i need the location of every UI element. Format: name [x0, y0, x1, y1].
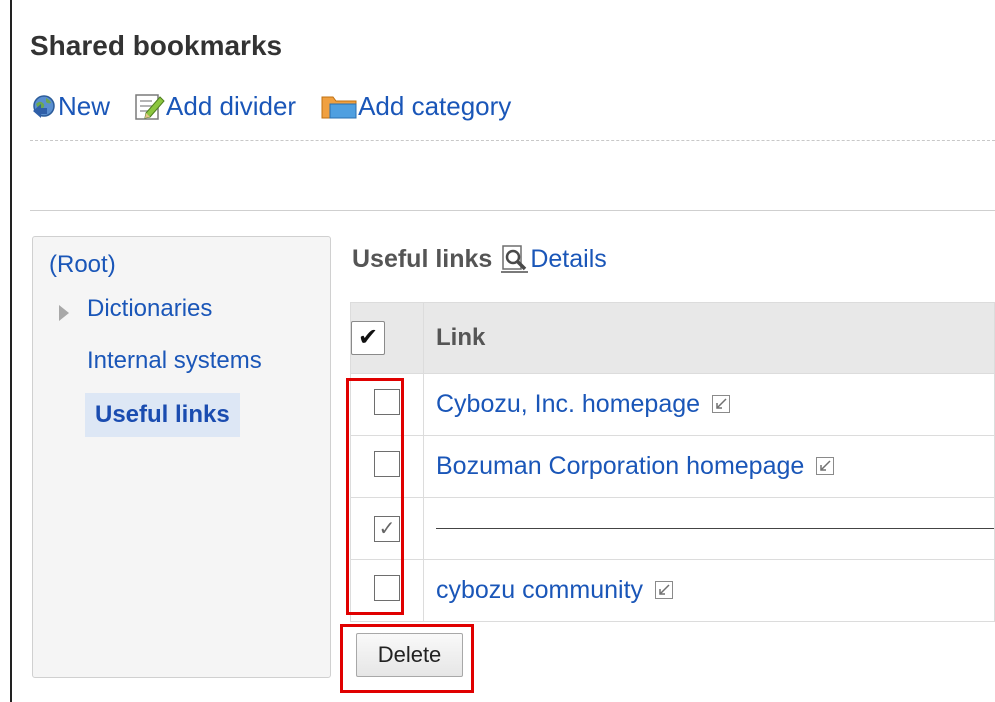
page-title: Shared bookmarks: [30, 30, 283, 61]
open-in-new-window-icon[interactable]: [712, 395, 731, 413]
row-checkbox[interactable]: [374, 575, 400, 601]
tree-item-internal-systems[interactable]: Internal systems: [87, 347, 262, 375]
row-checkbox-checked[interactable]: ✓: [374, 515, 400, 542]
bookmark-divider: [436, 528, 994, 529]
open-in-new-window-icon[interactable]: [655, 581, 674, 599]
details-link[interactable]: Details: [500, 244, 607, 274]
new-bookmark-label: New: [58, 90, 111, 121]
row-checkbox[interactable]: [374, 451, 400, 477]
details-label: Details: [530, 244, 607, 273]
tree-root[interactable]: (Root): [49, 251, 116, 279]
toolbar-divider: [30, 140, 995, 141]
triangle-right-icon[interactable]: [59, 305, 69, 321]
magnifier-document-icon: [500, 244, 530, 274]
folder-title: Useful links: [352, 244, 493, 273]
bookmark-link[interactable]: Bozuman Corporation homepage: [436, 452, 804, 480]
bookmark-link[interactable]: Cybozu, Inc. homepage: [436, 390, 700, 418]
content-divider: [30, 210, 995, 211]
column-header-link: Link: [423, 302, 995, 374]
add-divider-link[interactable]: Add divider: [134, 91, 296, 122]
globe-arrow-icon: [30, 92, 58, 120]
bookmark-table: ✔ Link Cybozu, Inc. homepage Bozuman Cor…: [350, 302, 995, 622]
window-left-border: [10, 0, 12, 702]
folder-icon: [320, 92, 358, 120]
table-row: Bozuman Corporation homepage: [350, 435, 995, 498]
tree-item-dictionaries[interactable]: Dictionaries: [87, 295, 212, 323]
row-checkbox[interactable]: [374, 389, 400, 415]
folder-heading: Useful links Details: [352, 244, 607, 274]
add-category-link[interactable]: Add category: [320, 91, 511, 122]
add-category-label: Add category: [358, 90, 512, 121]
bookmark-link[interactable]: cybozu community: [436, 576, 643, 604]
select-all-checkbox[interactable]: ✔: [351, 321, 385, 355]
table-row-divider: ✓: [350, 497, 995, 560]
table-row: cybozu community: [350, 559, 995, 622]
open-in-new-window-icon[interactable]: [816, 457, 835, 475]
toolbar: New Add divider Add category: [30, 88, 511, 124]
tree-item-useful-links[interactable]: Useful links: [85, 393, 240, 437]
table-row: Cybozu, Inc. homepage: [350, 373, 995, 436]
table-header-row: ✔ Link: [350, 302, 995, 374]
edit-document-icon: [134, 91, 166, 121]
new-bookmark-link[interactable]: New: [30, 91, 110, 122]
add-divider-label: Add divider: [166, 90, 297, 121]
delete-button[interactable]: Delete: [356, 633, 463, 677]
category-sidebar: (Root) Dictionaries Internal systems Use…: [32, 236, 331, 678]
header-check-cell: ✔: [350, 302, 424, 374]
